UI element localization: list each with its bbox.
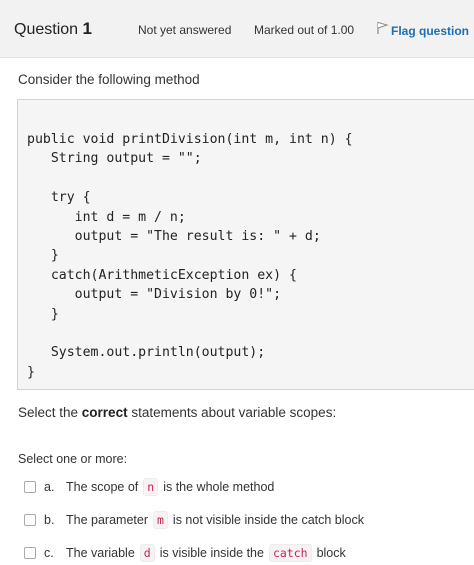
answer-option-a[interactable]: a. The scope of n is the whole method: [24, 476, 274, 498]
option-b-checkbox[interactable]: [24, 514, 36, 526]
option-letter: c.: [44, 546, 54, 560]
option-text-part: is visible inside the: [159, 546, 264, 560]
option-text-part: The parameter: [66, 513, 148, 527]
option-c-checkbox[interactable]: [24, 547, 36, 559]
marked-out-of: Marked out of 1.00: [254, 23, 355, 37]
answer-status: Not yet answered: [138, 23, 232, 37]
prompt-text-end: statements about variable scopes:: [127, 405, 337, 420]
code-listing: public void printDivision(int m, int n) …: [27, 132, 353, 380]
option-text-part: is the whole method: [163, 480, 275, 494]
prompt-text-start: Select the: [18, 405, 82, 420]
inline-code: d: [139, 544, 155, 562]
inline-code: catch: [268, 544, 312, 562]
answer-option-c[interactable]: c. The variable d is visible inside the …: [24, 542, 346, 564]
option-text-part: The variable: [66, 546, 135, 560]
question-prompt: Select the correct statements about vari…: [18, 405, 336, 420]
option-text-part: block: [316, 546, 346, 560]
option-letter: b.: [44, 513, 55, 527]
option-text-part: The scope of: [66, 480, 139, 494]
question-title: Question 1: [14, 19, 92, 39]
prompt-emphasis: correct: [81, 405, 128, 420]
option-letter: a.: [44, 480, 55, 494]
option-a-checkbox[interactable]: [24, 481, 36, 493]
option-text: The parameter m is not visible inside th…: [66, 511, 364, 529]
flag-question-label: Flag question: [391, 23, 469, 38]
flag-icon: [376, 21, 391, 40]
question-intro: Consider the following method: [18, 72, 200, 87]
question-number: 1: [82, 19, 92, 38]
option-text-part: is not visible inside the catch block: [172, 513, 364, 527]
inline-code: n: [143, 478, 159, 496]
option-text: The scope of n is the whole method: [66, 478, 274, 496]
question-word: Question: [14, 21, 79, 38]
option-text: The variable d is visible inside the cat…: [66, 544, 346, 562]
question-header: Question 1 Not yet answered Marked out o…: [0, 0, 474, 58]
inline-code: m: [152, 511, 168, 529]
select-instruction: Select one or more:: [18, 452, 128, 466]
flag-question-button[interactable]: Flag question: [376, 21, 469, 40]
answer-option-b[interactable]: b. The parameter m is not visible inside…: [24, 509, 364, 531]
